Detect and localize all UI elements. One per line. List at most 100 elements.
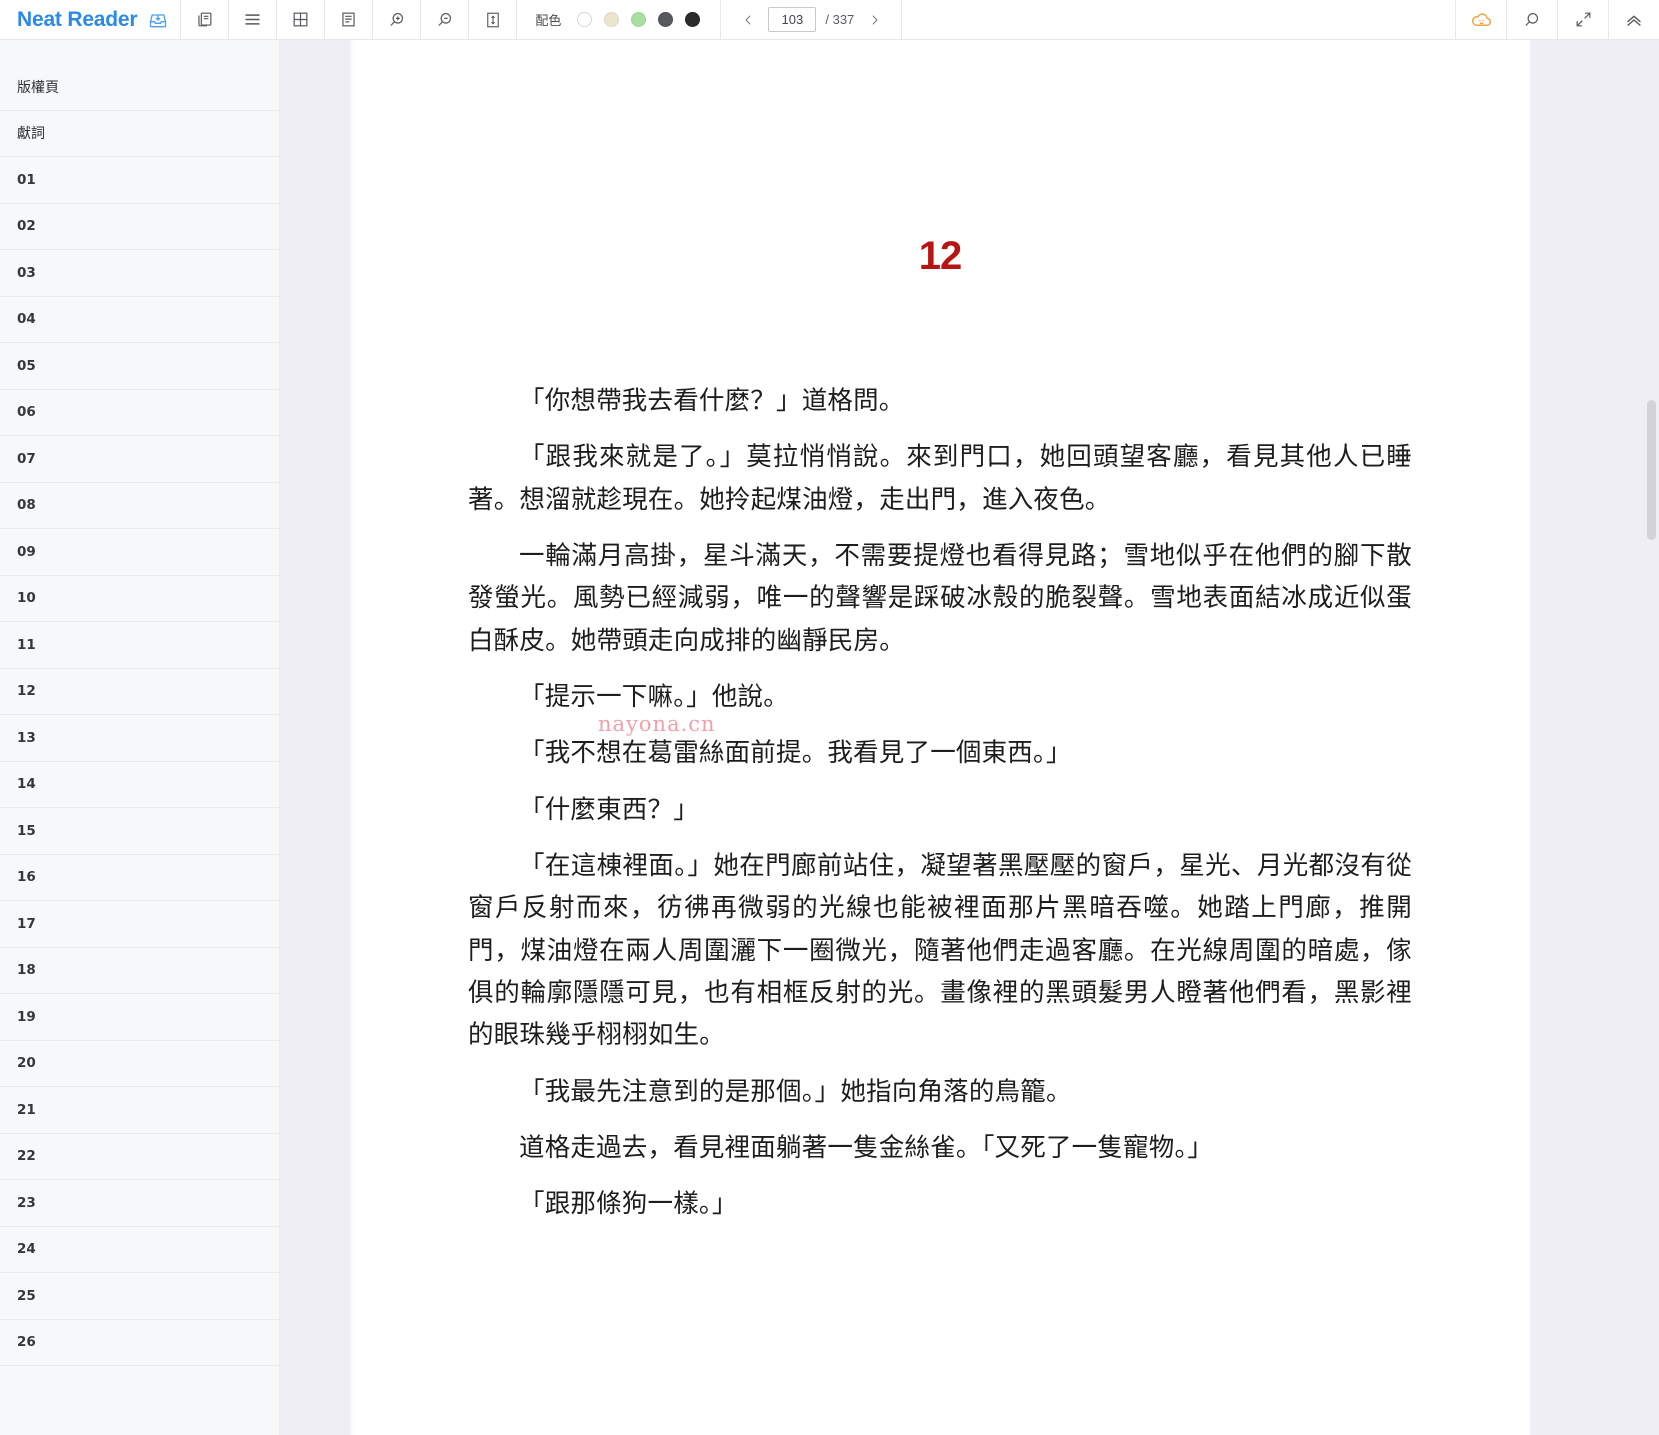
theme-color-group: 配色: [517, 0, 720, 40]
copy-book-icon[interactable]: [181, 0, 228, 40]
toc-item-label: 01: [17, 171, 36, 188]
paragraph: 「跟我來就是了。」莫拉悄悄說。來到門口，她回頭望客廳，看見其他人已睡著。想溜就趁…: [468, 442, 1412, 515]
toc-item-label: 21: [17, 1101, 36, 1118]
toc-item-12[interactable]: 12: [0, 669, 279, 715]
next-page-icon[interactable]: [863, 7, 885, 33]
toc-item-03[interactable]: 03: [0, 250, 279, 297]
save-to-library-icon[interactable]: [148, 10, 168, 30]
toc-item-26[interactable]: 26: [0, 1320, 279, 1366]
chapter-body-text: 「你想帶我去看什麼？」道格問。「跟我來就是了。」莫拉悄悄說。來到門口，她回頭望客…: [468, 380, 1412, 1226]
page-layout-icon[interactable]: [325, 0, 372, 40]
toc-item-02[interactable]: 02: [0, 204, 279, 250]
theme-swatch-green[interactable]: [631, 12, 647, 27]
paragraph: 「我最先注意到的是那個。」她指向角落的鳥籠。: [519, 1076, 1072, 1107]
toc-item-07[interactable]: 07: [0, 436, 279, 483]
toc-item-06[interactable]: 06: [0, 390, 279, 436]
neat-reader-app: Neat Reader 配色 103 / 337 版權頁 獻詞 01 02 03…: [0, 0, 1659, 1435]
toc-item-23[interactable]: 23: [0, 1180, 279, 1227]
toolbar-divider: [901, 0, 903, 40]
paragraph: 「你想帶我去看什麼？」道格問。: [519, 386, 905, 416]
toc-item-label: 17: [17, 915, 36, 932]
toolbar-right-group: [1456, 0, 1659, 40]
toc-item-08[interactable]: 08: [0, 483, 279, 529]
toc-item-label: 12: [17, 683, 36, 700]
toc-item-label: 獻詞: [17, 126, 45, 143]
theme-label: 配色: [535, 14, 562, 29]
paragraph: 道格走過去，看見裡面躺著一隻金絲雀。「又死了一隻寵物。」: [519, 1132, 1214, 1163]
toc-item-11[interactable]: 11: [0, 622, 279, 669]
app-title: Neat Reader: [17, 8, 138, 31]
toc-item-label: 06: [17, 404, 36, 421]
top-toolbar: Neat Reader 配色 103 / 337: [0, 0, 1659, 40]
toc-item-21[interactable]: 21: [0, 1087, 279, 1134]
toc-item-label: 10: [17, 590, 36, 607]
theme-swatch-sepia[interactable]: [604, 12, 620, 27]
zoom-out-icon[interactable]: [421, 0, 468, 40]
search-icon[interactable]: [1507, 0, 1557, 40]
toc-item-15[interactable]: 15: [0, 808, 279, 855]
page-gutter-left: [280, 40, 350, 1435]
reader-viewport: 12 「你想帶我去看什麼？」道格問。「跟我來就是了。」莫拉悄悄說。來到門口，她回…: [280, 40, 1659, 1435]
grid-layout-icon[interactable]: [277, 0, 324, 40]
toc-item-17[interactable]: 17: [0, 901, 279, 948]
toc-item-label: 18: [17, 962, 36, 979]
toc-item-01[interactable]: 01: [0, 157, 279, 204]
toc-item-label: 07: [17, 450, 36, 467]
brand: Neat Reader: [0, 0, 180, 40]
toc-item-18[interactable]: 18: [0, 948, 279, 994]
theme-swatch-black[interactable]: [685, 12, 701, 27]
toc-item-label: 08: [17, 497, 36, 514]
toc-item-label: 04: [17, 311, 36, 328]
chapter-number-heading: 12: [918, 234, 963, 278]
toc-item-19[interactable]: 19: [0, 994, 279, 1041]
vertical-scrollbar[interactable]: [1647, 40, 1656, 1435]
collapse-up-icon[interactable]: [1609, 0, 1659, 40]
toc-item-獻詞[interactable]: 獻詞: [0, 111, 279, 157]
page-number-input[interactable]: [768, 7, 817, 32]
paragraph: 「提示一下嘛。」他說。: [519, 681, 789, 712]
toc-item-label: 11: [17, 636, 36, 653]
scrollbar-thumb[interactable]: [1647, 400, 1656, 540]
fullscreen-icon[interactable]: [1558, 0, 1608, 40]
toc-item-label: 版權頁: [17, 79, 59, 96]
page-navigator: / 337: [721, 0, 901, 40]
body-row: 版權頁獻詞 01 02 03 04 05 06 07 08 09 10 11 12 13 14 15 16 17 1…: [0, 40, 1659, 1435]
paragraph: 一輪滿月高掛，星斗滿天，不需要提燈也看得見路；雪地似乎在他們的腳下散發螢光。風勢…: [468, 540, 1412, 656]
table-of-contents-sidebar[interactable]: 版權頁獻詞 01 02 03 04 05 06 07 08 09 10 11 12 13 14 15 16 17 1…: [0, 40, 280, 1435]
toc-item-label: 02: [17, 218, 36, 235]
theme-swatch-white[interactable]: [577, 12, 593, 27]
toc-item-label: 24: [17, 1241, 36, 1258]
cloud-sync-icon[interactable]: [1456, 0, 1506, 40]
zoom-in-icon[interactable]: [373, 0, 420, 40]
toc-item-24[interactable]: 24: [0, 1227, 279, 1273]
toc-item-13[interactable]: 13: [0, 715, 279, 762]
toc-item-05[interactable]: 05: [0, 343, 279, 390]
toc-item-16[interactable]: 16: [0, 855, 279, 901]
toc-item-22[interactable]: 22: [0, 1134, 279, 1180]
toc-item-09[interactable]: 09: [0, 529, 279, 576]
toc-item-label: 15: [17, 822, 36, 839]
toc-item-label: 23: [17, 1194, 36, 1211]
toc-item-10[interactable]: 10: [0, 576, 279, 622]
toc-item-25[interactable]: 25: [0, 1273, 279, 1320]
toc-item-label: 14: [17, 776, 36, 793]
toc-item-20[interactable]: 20: [0, 1041, 279, 1087]
page-edge-left: [350, 40, 354, 1435]
paragraph: 「跟那條狗一樣。」: [519, 1189, 738, 1220]
total-pages-label: / 337: [825, 12, 855, 27]
paragraph: 「什麼東西？」: [519, 794, 699, 825]
toc-item-14[interactable]: 14: [0, 762, 279, 808]
toc-item-版權頁[interactable]: 版權頁: [0, 64, 279, 111]
toc-item-04[interactable]: 04: [0, 297, 279, 343]
toc-item-label: 26: [17, 1334, 36, 1351]
menu-icon[interactable]: [229, 0, 276, 40]
paragraph: 「在這棟裡面。」她在門廊前站住，凝望著黑壓壓的窗戶，星光、月光都沒有從窗戶反射而…: [468, 850, 1412, 1051]
fit-height-icon[interactable]: [469, 0, 516, 40]
toc-item-label: 19: [17, 1008, 36, 1025]
prev-page-icon[interactable]: [737, 7, 759, 33]
theme-swatch-gray[interactable]: [658, 12, 674, 27]
toc-item-label: 05: [17, 357, 36, 374]
toc-item-label: 16: [17, 869, 36, 886]
toc-item-label: 13: [17, 729, 36, 746]
toc-item-label: 22: [17, 1148, 36, 1165]
